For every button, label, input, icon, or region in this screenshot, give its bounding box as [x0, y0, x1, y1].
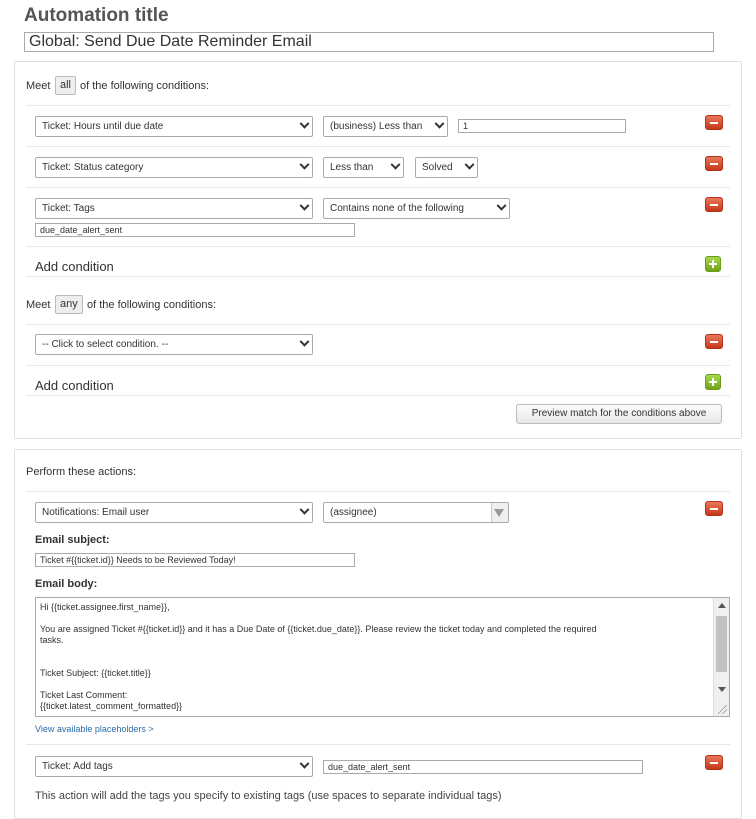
condition-field-select[interactable]: Ticket: Tags — [35, 198, 313, 219]
preview-match-button[interactable]: Preview match for the conditions above — [516, 404, 722, 424]
chevron-down-icon — [434, 118, 445, 129]
email-body-line: Ticket Last Comment: — [40, 690, 128, 700]
condition-value-input[interactable]: 1 — [458, 119, 626, 133]
email-body-line — [40, 646, 705, 657]
remove-condition-button[interactable] — [705, 334, 723, 349]
email-subject-input[interactable]: Ticket #{{ticket.id}} Needs to be Review… — [35, 553, 355, 567]
divider — [26, 744, 730, 745]
email-body-line — [40, 657, 705, 668]
add-condition-label: Add condition — [35, 259, 114, 274]
divider — [26, 187, 730, 188]
email-subject-label: Email subject: — [35, 534, 110, 546]
condition-operator-label: Contains none of the following — [330, 203, 464, 214]
condition-field-label: Ticket: Hours until due date — [42, 121, 164, 132]
recipient-label: (assignee) — [330, 507, 377, 518]
condition-value-select[interactable]: Solved — [415, 157, 478, 178]
divider — [26, 246, 730, 247]
remove-action-button[interactable] — [705, 755, 723, 770]
email-body-line: You are assigned Ticket #{{ticket.id}} a… — [40, 624, 597, 634]
automation-title-label: Automation title — [24, 5, 169, 26]
email-body-label: Email body: — [35, 578, 98, 590]
email-body-line — [40, 613, 705, 624]
remove-condition-button[interactable] — [705, 197, 723, 212]
chevron-down-icon — [299, 758, 310, 769]
scroll-down-icon[interactable] — [718, 687, 726, 692]
chevron-down-icon — [464, 159, 475, 170]
condition-operator-select[interactable]: Contains none of the following — [323, 198, 510, 219]
condition-tags-input[interactable]: due_date_alert_sent — [35, 223, 355, 237]
condition-operator-select[interactable]: Less than — [323, 157, 404, 178]
scroll-thumb[interactable] — [716, 616, 727, 672]
action-field-label: Notifications: Email user — [42, 507, 150, 518]
chevron-down-icon — [299, 504, 310, 515]
remove-action-button[interactable] — [705, 501, 723, 516]
actions-heading: Perform these actions: — [26, 466, 137, 478]
email-body-content: Hi {{ticket.assignee.first_name}}, You ar… — [40, 602, 705, 712]
chevron-down-icon — [496, 200, 507, 211]
divider — [26, 395, 730, 396]
meet-all-label: Meet — [26, 80, 51, 92]
condition-field-select[interactable]: Ticket: Status category — [35, 157, 313, 178]
meet-all-suffix: of the following conditions: — [80, 80, 210, 92]
condition-field-label: -- Click to select condition. -- — [42, 339, 169, 350]
email-body-line: Hi {{ticket.assignee.first_name}}, — [40, 602, 170, 612]
add-tags-input[interactable]: due_date_alert_sent — [323, 760, 643, 774]
email-body-line: tasks. — [40, 635, 64, 645]
email-body-line: Ticket Subject: {{ticket.title}} — [40, 668, 151, 678]
add-tags-note: This action will add the tags you specif… — [35, 790, 502, 802]
condition-operator-label: Less than — [330, 162, 374, 173]
divider — [26, 365, 730, 366]
condition-field-label: Ticket: Tags — [42, 203, 95, 214]
meet-any-button[interactable]: any — [55, 295, 83, 314]
meet-any-suffix: of the following conditions: — [87, 299, 217, 311]
email-body-line — [40, 679, 705, 690]
chevron-down-icon — [299, 200, 310, 211]
view-placeholders-link[interactable]: View available placeholders > — [35, 724, 154, 734]
remove-condition-button[interactable] — [705, 115, 723, 130]
condition-operator-label: (business) Less than — [330, 121, 423, 132]
remove-condition-button[interactable] — [705, 156, 723, 171]
meet-any-label: Meet — [26, 299, 51, 311]
chevron-down-icon — [299, 336, 310, 347]
action-field-select[interactable]: Ticket: Add tags — [35, 756, 313, 777]
automation-title-input[interactable]: Global: Send Due Date Reminder Email — [24, 32, 714, 52]
chevron-down-icon — [390, 159, 401, 170]
divider — [26, 105, 730, 106]
chevron-down-icon — [494, 509, 504, 517]
add-condition-button[interactable] — [705, 256, 721, 272]
action-field-label: Ticket: Add tags — [42, 761, 113, 772]
chevron-down-icon — [299, 118, 310, 129]
add-condition-label: Add condition — [35, 378, 114, 393]
divider — [26, 324, 730, 325]
email-body-line: {{ticket.latest_comment_formatted}} — [40, 701, 183, 711]
divider — [26, 491, 730, 492]
meet-all-button[interactable]: all — [55, 76, 77, 95]
condition-value-label: Solved — [422, 162, 453, 173]
action-field-select[interactable]: Notifications: Email user — [35, 502, 313, 523]
resize-grip-icon[interactable] — [718, 705, 727, 714]
condition-field-label: Ticket: Status category — [42, 162, 144, 173]
condition-operator-select[interactable]: (business) Less than — [323, 116, 448, 137]
condition-field-select[interactable]: -- Click to select condition. -- — [35, 334, 313, 355]
scroll-up-icon[interactable] — [718, 603, 726, 608]
divider — [26, 276, 730, 277]
divider — [26, 146, 730, 147]
email-body-scrollbar[interactable] — [713, 598, 729, 716]
add-condition-button[interactable] — [705, 374, 721, 390]
recipient-select[interactable]: (assignee) — [323, 502, 509, 523]
condition-field-select[interactable]: Ticket: Hours until due date — [35, 116, 313, 137]
chevron-down-icon — [299, 159, 310, 170]
email-body-textarea[interactable]: Hi {{ticket.assignee.first_name}}, You ar… — [35, 597, 730, 717]
